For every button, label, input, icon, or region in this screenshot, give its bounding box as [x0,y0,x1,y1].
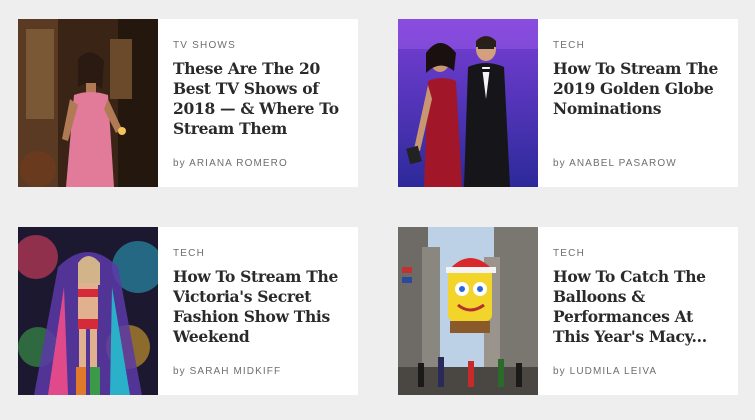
article-author[interactable]: ANABEL PASAROW [569,158,677,169]
byline-prefix: by [553,366,566,377]
article-headline[interactable]: These Are The 20 Best TV Shows of 2018 —… [173,59,346,139]
golden-globes-hosts-photo [398,19,538,187]
article-headline[interactable]: How To Stream The 2019 Golden Globe Nomi… [553,59,726,119]
article-category: TECH [553,40,586,51]
article-category: TECH [553,248,586,259]
article-headline[interactable]: How To Stream The Victoria's Secret Fash… [173,267,346,347]
article-card-golden-globes[interactable]: TECH How To Stream The 2019 Golden Globe… [398,19,738,187]
byline-prefix: by [553,158,566,169]
article-thumbnail[interactable] [18,227,158,395]
parade-balloon-photo [398,227,538,395]
article-thumbnail[interactable] [398,227,538,395]
woman-pink-dress-photo [18,19,158,187]
article-card-best-tv-shows[interactable]: TV SHOWS These Are The 20 Best TV Shows … [18,19,358,187]
article-author[interactable]: SARAH MIDKIFF [190,366,282,377]
article-byline: by ARIANA ROMERO [173,158,288,169]
article-author[interactable]: LUDMILA LEIVA [570,366,657,377]
byline-prefix: by [173,366,186,377]
article-thumbnail[interactable] [18,19,158,187]
article-thumbnail[interactable] [398,19,538,187]
article-headline[interactable]: How To Catch The Balloons & Performances… [553,267,726,347]
article-byline: by SARAH MIDKIFF [173,366,281,377]
article-card-macys-parade[interactable]: TECH How To Catch The Balloons & Perform… [398,227,738,395]
runway-model-photo [18,227,158,395]
article-author[interactable]: ARIANA ROMERO [189,158,288,169]
article-byline: by ANABEL PASAROW [553,158,677,169]
article-category: TV SHOWS [173,40,236,51]
article-category: TECH [173,248,206,259]
article-card-victorias-secret[interactable]: TECH How To Stream The Victoria's Secret… [18,227,358,395]
article-byline: by LUDMILA LEIVA [553,366,657,377]
byline-prefix: by [173,158,186,169]
